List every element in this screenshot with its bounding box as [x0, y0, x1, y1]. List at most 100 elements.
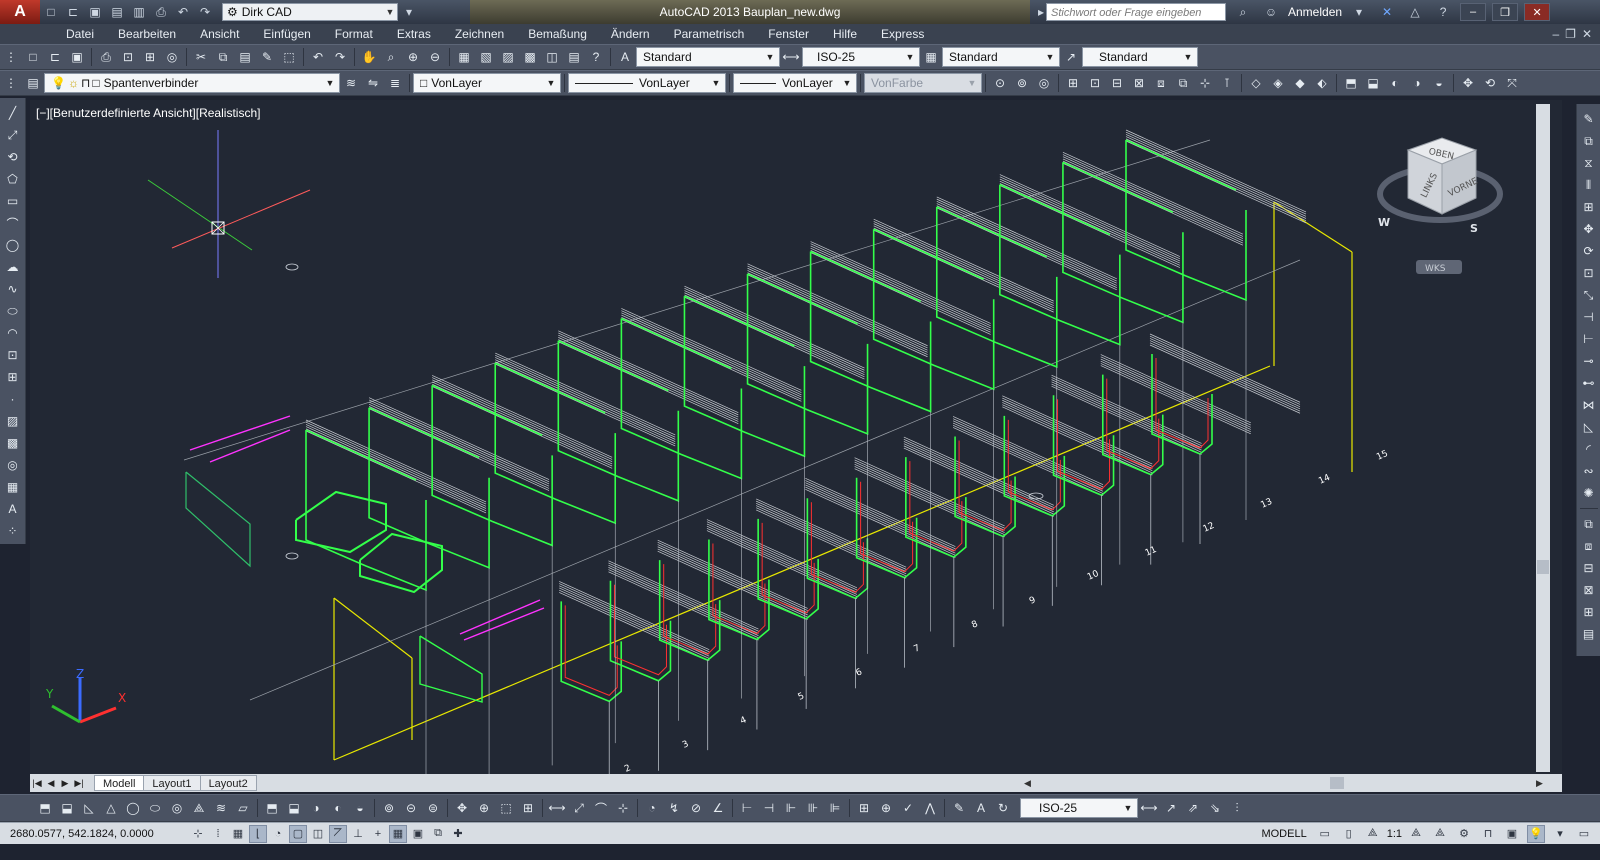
linetype-dropdown[interactable]: VonLayer ▼ — [568, 73, 726, 93]
draw-order-back-icon[interactable]: ⧈ — [1579, 536, 1599, 556]
menu-hilfe[interactable]: Hilfe — [821, 24, 869, 44]
next-tab-icon[interactable]: ▶ — [58, 776, 72, 790]
orbit-icon[interactable]: ⊙ — [990, 73, 1010, 93]
break-at-point-icon[interactable]: ⊸ — [1579, 351, 1599, 371]
layer-state-icon[interactable]: ≣ — [385, 73, 405, 93]
dynamic-input-icon[interactable]: + — [369, 825, 387, 843]
revolve-icon[interactable]: ◐ — [1385, 73, 1405, 93]
cone-icon[interactable]: △ — [101, 798, 121, 818]
insert-block-icon[interactable]: ⊡ — [3, 345, 23, 365]
zoom-realtime-icon[interactable]: ⌕ — [381, 47, 401, 67]
scrollbar-thumb[interactable] — [1537, 560, 1549, 574]
object-snap-tracking-icon[interactable]: ⦢ — [329, 824, 347, 843]
ucs-face-icon[interactable]: ⊠ — [1129, 73, 1149, 93]
angular-icon[interactable]: ∠ — [708, 798, 728, 818]
menu-einfuegen[interactable]: Einfügen — [251, 24, 322, 44]
blend-icon[interactable]: ∾ — [1579, 461, 1599, 481]
grip-icon[interactable]: ⋮ — [1, 47, 21, 67]
region-icon[interactable]: ◎ — [3, 455, 23, 475]
jogged-icon[interactable]: ↯ — [664, 798, 684, 818]
ucs-zaxis-icon[interactable]: ⊺ — [1217, 73, 1237, 93]
user-icon[interactable]: ☺ — [1261, 2, 1281, 22]
presspull-icon[interactable]: ⬓ — [1363, 73, 1383, 93]
align-3d-icon[interactable]: ⤧ — [1502, 73, 1522, 93]
draw-order-above-icon[interactable]: ⊟ — [1579, 558, 1599, 578]
ucs-world-icon[interactable]: ⊡ — [1085, 73, 1105, 93]
open-file-icon[interactable]: ⊏ — [63, 2, 83, 22]
hardware-acceleration-icon[interactable]: ▣ — [1503, 825, 1521, 843]
text-style-icon[interactable]: A — [615, 47, 635, 67]
calculator-icon[interactable]: ▤ — [564, 47, 584, 67]
restore-icon[interactable]: ❐ — [1492, 3, 1519, 21]
horizontal-scrollbar-thumb[interactable] — [1330, 777, 1344, 789]
lineweight-dropdown[interactable]: VonLayer ▼ — [733, 73, 857, 93]
annotation-scale-value[interactable]: 1:1 — [1387, 828, 1402, 840]
join-icon[interactable]: ⋈ — [1579, 395, 1599, 415]
dimension-break-icon[interactable]: ⊫ — [825, 798, 845, 818]
ucs-origin-icon[interactable]: ⊹ — [1195, 73, 1215, 93]
polysolid-icon[interactable]: ⬒ — [35, 798, 55, 818]
sweep-icon[interactable]: ◑ — [306, 798, 326, 818]
object-snap-icon[interactable]: ▢ — [289, 824, 307, 843]
loft-icon[interactable]: ◒ — [350, 798, 370, 818]
offset-icon[interactable]: ⫴ — [1579, 175, 1599, 195]
menu-aendern[interactable]: Ändern — [599, 24, 662, 44]
wcs-menu[interactable]: WKS — [1425, 264, 1446, 274]
rectangle-icon[interactable]: ▭ — [3, 191, 23, 211]
quick-view-layouts-icon[interactable]: ▭ — [1316, 825, 1334, 843]
chevron-down-icon[interactable]: ▾ — [1349, 2, 1369, 22]
continue-icon[interactable]: ⊩ — [781, 798, 801, 818]
undo-icon[interactable]: ↶ — [173, 2, 193, 22]
continuous-orbit-icon[interactable]: ◎ — [1034, 73, 1054, 93]
close-icon[interactable]: ✕ — [1524, 3, 1551, 21]
helix-icon[interactable]: ≋ — [211, 798, 231, 818]
dim-style-dropdown[interactable]: ISO-25 ▼ — [802, 47, 920, 67]
dim-style-dropdown-bottom[interactable]: ISO-25 ▼ — [1020, 798, 1138, 818]
3d-rotate-icon[interactable]: ⊕ — [474, 798, 494, 818]
arc-length-icon[interactable]: ⌒ — [591, 798, 611, 818]
mleader-style-icon[interactable]: ↗ — [1061, 47, 1081, 67]
toolbar-lock-icon[interactable]: ⊓ — [1479, 825, 1497, 843]
ucs-view-icon[interactable]: ⧉ — [1173, 73, 1193, 93]
circle-icon[interactable]: ◯ — [3, 235, 23, 255]
binoculars-icon[interactable]: ⌕ — [1233, 2, 1253, 22]
menu-fenster[interactable]: Fenster — [756, 24, 821, 44]
grid-icon[interactable]: ▦ — [229, 825, 247, 843]
menu-ansicht[interactable]: Ansicht — [188, 24, 251, 44]
erase-icon[interactable]: ✎ — [1579, 109, 1599, 129]
table-style-dropdown[interactable]: Standard ▼ — [942, 47, 1060, 67]
move-icon[interactable]: ✥ — [1579, 219, 1599, 239]
arc-icon[interactable]: ⌒ — [3, 213, 23, 233]
menu-parametrisch[interactable]: Parametrisch — [662, 24, 757, 44]
wedge-icon[interactable]: ◺ — [79, 798, 99, 818]
polar-tracking-icon[interactable]: ◔ — [269, 825, 287, 843]
quick-view-drawings-icon[interactable]: ▯ — [1340, 825, 1358, 843]
dimension-text-edit-icon[interactable]: A — [971, 798, 991, 818]
status-bar-menu-icon[interactable]: ▾ — [1551, 825, 1569, 843]
new-file-icon[interactable]: □ — [41, 2, 61, 22]
dimension-update-icon[interactable]: ↻ — [993, 798, 1013, 818]
draw-order-under-icon[interactable]: ⊠ — [1579, 580, 1599, 600]
paste-icon[interactable]: ▤ — [235, 47, 255, 67]
ucs-icon[interactable]: ⊞ — [1063, 73, 1083, 93]
plot-icon[interactable]: ⎙ — [96, 47, 116, 67]
tab-layout2[interactable]: Layout2 — [199, 775, 257, 791]
multileader-icon[interactable]: ↗ — [1161, 798, 1181, 818]
save-as-icon[interactable]: ▤ — [107, 2, 127, 22]
last-tab-icon[interactable]: ▶| — [72, 776, 86, 790]
spline-icon[interactable]: ∿ — [3, 279, 23, 299]
zoom-previous-icon[interactable]: ⊖ — [425, 47, 445, 67]
drawing-viewport[interactable]: 2 3 4 5 6 7 8 9 10 11 12 13 14 15 Z X Y OBEN LINK — [30, 100, 1562, 774]
ellipse-icon[interactable]: ⬭ — [3, 301, 23, 321]
vertical-scrollbar[interactable] — [1536, 104, 1550, 772]
mleader-style-dropdown[interactable]: Standard ▼ — [1082, 47, 1198, 67]
menu-datei[interactable]: Datei — [54, 24, 106, 44]
bring-text-front-icon[interactable]: ⊞ — [1579, 602, 1599, 622]
scale-icon[interactable]: ⊡ — [1579, 263, 1599, 283]
line-icon[interactable]: ╱ — [3, 103, 23, 123]
3d-array-icon[interactable]: ⊞ — [518, 798, 538, 818]
preview-icon[interactable]: ⊡ — [118, 47, 138, 67]
lineweight-icon[interactable]: ▦ — [389, 824, 407, 843]
workspace-dropdown[interactable]: ⚙ Dirk CAD ▼ — [222, 3, 398, 21]
doc-minimize-icon[interactable]: – — [1552, 27, 1559, 41]
